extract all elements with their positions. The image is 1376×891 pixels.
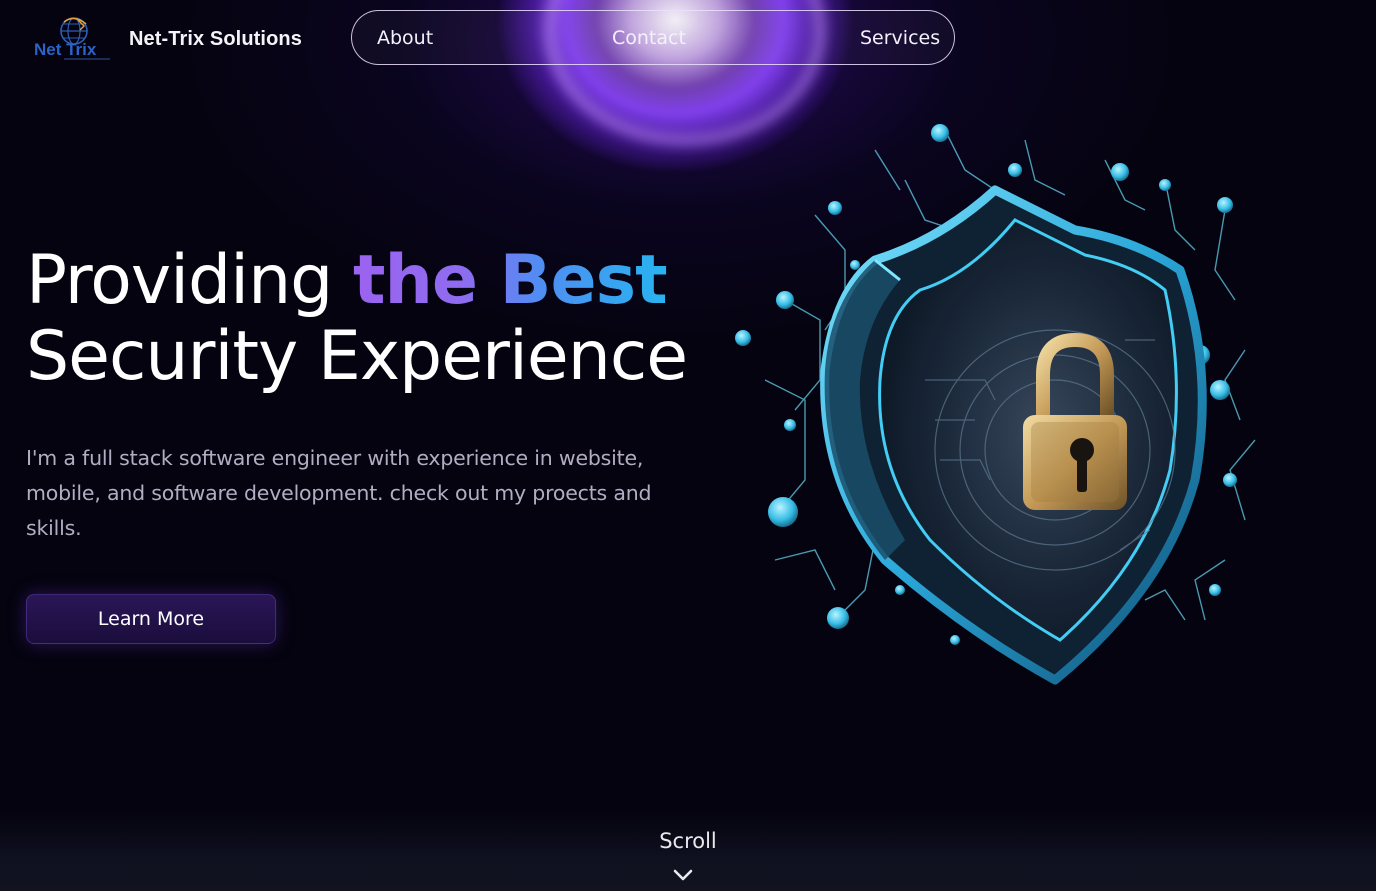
chevron-down-icon[interactable] [672, 866, 694, 884]
headline-line-2: Security Experience [26, 317, 688, 396]
shield-padlock-icon [735, 124, 1256, 685]
globe-logo-icon: Net Trix [34, 17, 110, 60]
learn-more-button[interactable]: Learn More [26, 594, 276, 644]
landing-page: Net Trix Net-Trix Solutions About Contac… [0, 0, 1376, 891]
headline-gradient: the Best [352, 241, 668, 320]
nav-contact[interactable]: Contact [612, 27, 686, 49]
logo[interactable]: Net Trix [34, 16, 114, 62]
nav-about[interactable]: About [377, 27, 433, 49]
logo-text: Net Trix [34, 40, 97, 59]
main-nav: About Contact Services [351, 10, 955, 65]
headline-line-1: Providing the Best [26, 243, 687, 319]
brand-name[interactable]: Net-Trix Solutions [129, 28, 302, 51]
hero-description: I'm a full stack software engineer with … [26, 446, 652, 540]
scroll-label[interactable]: Scroll [0, 829, 1376, 853]
headline-plain: Providing [26, 241, 353, 320]
nav-services[interactable]: Services [860, 27, 940, 49]
hero-headline: Providing the Best Security Experience [26, 243, 688, 396]
